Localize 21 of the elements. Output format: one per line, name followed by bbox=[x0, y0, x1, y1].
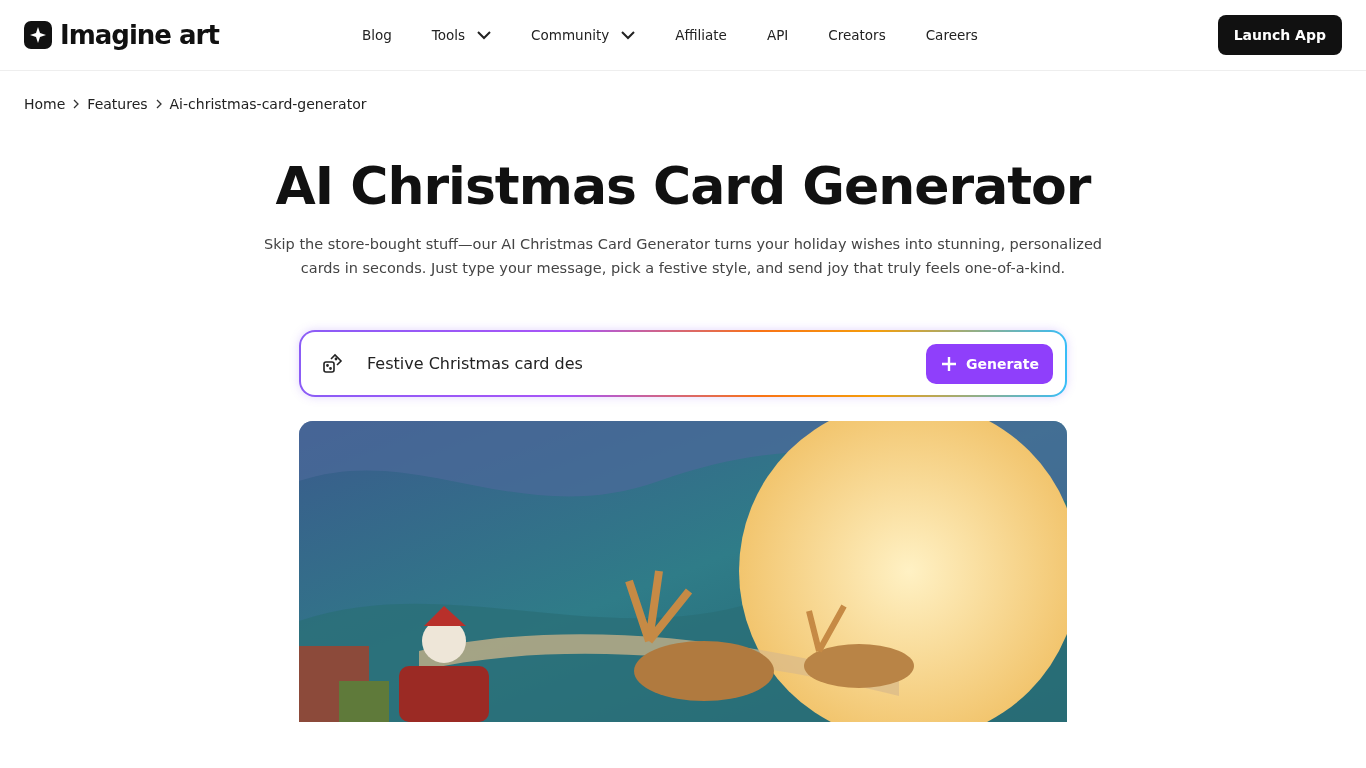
prompt-field[interactable]: Festive Christmas card des Generate bbox=[301, 332, 1065, 395]
launch-app-button[interactable]: Launch App bbox=[1217, 15, 1342, 55]
plus-icon bbox=[942, 356, 956, 371]
nav-link[interactable]: Tools bbox=[431, 27, 492, 43]
logo-text[interactable]: Imagine art bbox=[60, 20, 219, 50]
nav-link[interactable]: Affiliate bbox=[675, 27, 727, 43]
nav-link[interactable]: Careers bbox=[925, 27, 978, 43]
breadcrumb-link[interactable]: Home bbox=[24, 96, 66, 112]
generate-button[interactable]: Generate bbox=[926, 343, 1053, 384]
page-description: Skip the store-bought stuff—our AI Christmas Card Generator turns your holiday wishes into stunning, personalized cards in seconds. Just type your message, pick a festive style, and send joy that truly feels one-of-a-kind. bbox=[262, 235, 1103, 278]
page-title: AI Christmas Card Generator bbox=[275, 156, 1091, 216]
nav-link[interactable]: API bbox=[766, 27, 789, 43]
dice-icon bbox=[321, 351, 345, 376]
chevron-right-icon bbox=[73, 99, 80, 109]
breadcrumb-link[interactable]: Features bbox=[87, 96, 148, 112]
breadcrumb-link[interactable]: Ai-christmas-card-generator bbox=[169, 96, 367, 112]
chevron-right-icon bbox=[155, 99, 162, 109]
nav-link[interactable]: Blog bbox=[362, 27, 392, 43]
nav-link[interactable]: Creators bbox=[828, 27, 886, 43]
logo-icon bbox=[24, 21, 52, 49]
nav-link[interactable]: Community bbox=[531, 27, 636, 43]
